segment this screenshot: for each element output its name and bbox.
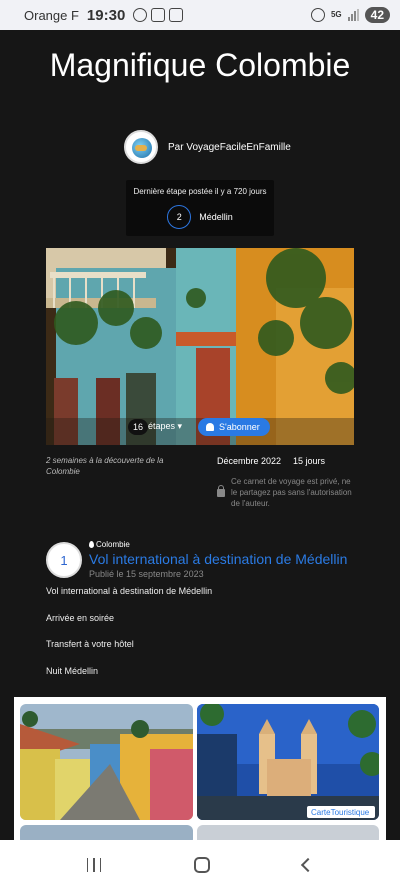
trip-date: Décembre 2022 — [217, 456, 282, 466]
subscribe-label: S'abonner — [219, 422, 260, 432]
last-step-card[interactable]: Dernière étape postée il y a 720 jours 2… — [126, 180, 274, 236]
step-paragraph: Arrivée en soirée — [46, 613, 115, 623]
last-step-number: 2 — [167, 205, 192, 229]
status-bar: Orange F 19:30 5G 42 — [0, 0, 400, 30]
system-nav-bar — [0, 840, 400, 890]
step-published-date: Publié le 15 septembre 2023 — [89, 569, 204, 579]
gmail-icon — [169, 8, 184, 22]
carrier-name: Orange F — [24, 7, 79, 23]
gallery-photo-4[interactable] — [197, 825, 379, 840]
step-location: Colombie — [89, 540, 130, 549]
watermark-text: CarteTouristique — [311, 808, 370, 817]
steps-count: 16 — [128, 419, 149, 435]
status-time: 19:30 — [86, 6, 126, 24]
step-paragraph: Transfert à votre hôtel — [46, 639, 134, 649]
signal-icon — [347, 9, 359, 21]
home-icon[interactable] — [194, 857, 211, 873]
step-number: 1 — [46, 542, 82, 578]
whatsapp-icon — [133, 8, 148, 22]
gallery-photo-3[interactable] — [20, 825, 193, 840]
step-paragraph: Vol international à destination de Médel… — [46, 586, 213, 596]
pin-icon — [89, 541, 94, 548]
network-type: 5G — [330, 10, 342, 19]
recent-apps-icon[interactable] — [86, 858, 102, 872]
step-paragraph: Nuit Médellin — [46, 666, 99, 676]
bell-icon — [206, 423, 214, 431]
private-notice: Ce carnet de voyage est privé, ne le par… — [217, 476, 357, 509]
step-location-label: Colombie — [96, 540, 130, 549]
step-title[interactable]: Vol international à destination de Médel… — [89, 551, 347, 567]
trip-duration: 15 jours — [293, 456, 326, 466]
gallery-photo-street[interactable] — [20, 704, 193, 820]
lock-icon — [217, 485, 225, 497]
back-icon[interactable] — [301, 857, 316, 873]
trip-title: Magnifique Colombie — [49, 47, 351, 83]
last-step-place[interactable]: Médellin — [199, 212, 233, 222]
hotspot-icon — [310, 8, 325, 22]
page-content[interactable]: Magnifique Colombie Par VoyageFacileEnFa… — [0, 30, 400, 840]
battery-level: 42 — [364, 7, 390, 23]
gallery-photo-cathedral[interactable]: CarteTouristique — [197, 704, 379, 820]
caret-down-icon: ▾ — [177, 421, 183, 431]
trip-description: 2 semaines à la découverte de la Colombi… — [46, 456, 164, 476]
author-link[interactable]: Par VoyageFacileEnFamille — [124, 130, 291, 164]
steps-dropdown[interactable]: étapes ▾ — [148, 421, 182, 432]
subscribe-button[interactable]: S'abonner — [198, 418, 270, 436]
last-step-label: Dernière étape postée il y a 720 jours — [133, 187, 267, 196]
notification-icons — [133, 8, 184, 22]
cover-photo: 16 étapes ▾ S'abonner — [46, 248, 354, 445]
photo-gallery: CarteTouristique — [14, 697, 386, 840]
cover-actions: 16 étapes ▾ S'abonner — [46, 418, 354, 440]
steps-label: étapes — [148, 421, 176, 431]
private-notice-text: Ce carnet de voyage est privé, ne le par… — [231, 477, 352, 508]
author-name[interactable]: Par VoyageFacileEnFamille — [168, 142, 291, 153]
author-avatar[interactable] — [124, 130, 158, 164]
scan-icon — [151, 8, 166, 22]
